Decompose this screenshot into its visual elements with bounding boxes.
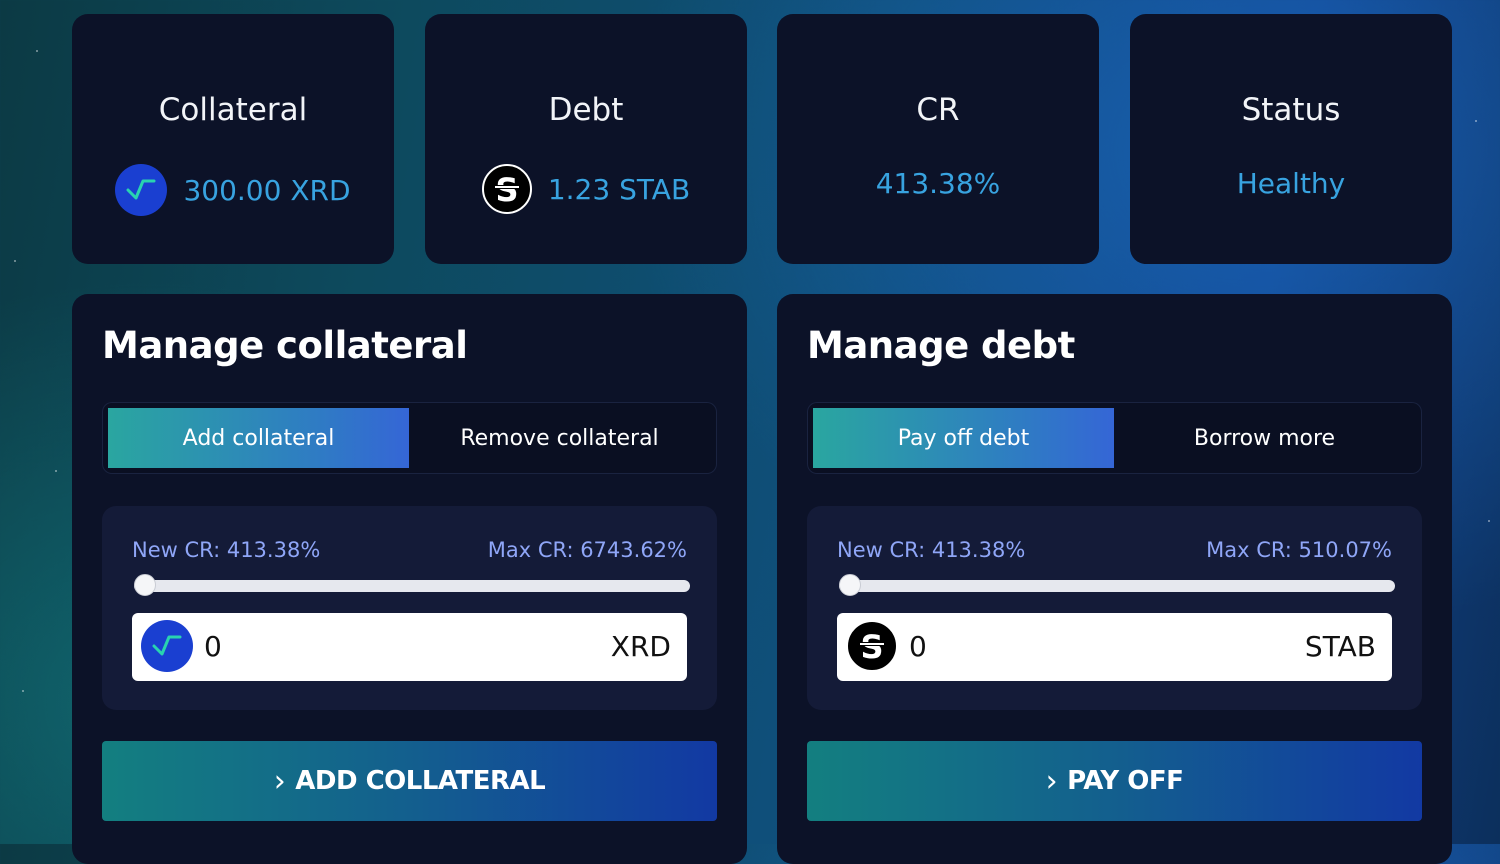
chevron-right-icon: ›: [1045, 763, 1058, 799]
debt-new-cr: New CR: 413.38%: [837, 538, 1026, 562]
debt-card-value: 1.23 STAB: [547, 172, 691, 206]
tab-pay-off-debt[interactable]: Pay off debt: [813, 408, 1114, 468]
pay-off-button-label: PAY OFF: [1067, 766, 1184, 796]
debt-slider-track[interactable]: [839, 580, 1395, 592]
pay-off-button[interactable]: › PAY OFF: [807, 741, 1422, 821]
collateral-slider-thumb[interactable]: [134, 574, 156, 596]
debt-amount-field[interactable]: S 0 STAB: [837, 613, 1392, 681]
stab-token-icon: S: [846, 620, 898, 672]
debt-card-value-row: S 1.23 STAB: [425, 164, 747, 214]
collateral-amount-unit: XRD: [610, 630, 671, 663]
tab-remove-collateral[interactable]: Remove collateral: [409, 408, 710, 468]
add-collateral-button[interactable]: › ADD COLLATERAL: [102, 741, 717, 821]
status-card-value: Healthy: [1236, 167, 1346, 200]
debt-amount-unit: STAB: [1304, 630, 1376, 663]
add-collateral-button-label: ADD COLLATERAL: [295, 766, 546, 796]
debt-amount-value[interactable]: 0: [909, 630, 927, 663]
collateral-input-section: New CR: 413.38% Max CR: 6743.62% 0 XRD: [102, 506, 717, 710]
status-card: Status Healthy: [1130, 14, 1452, 264]
collateral-amount-field[interactable]: 0 XRD: [132, 613, 687, 681]
debt-max-cr: Max CR: 510.07%: [1206, 538, 1392, 562]
stab-token-icon: S: [481, 164, 532, 214]
debt-card: Debt S 1.23 STAB: [425, 14, 747, 264]
collateral-new-cr: New CR: 413.38%: [132, 538, 321, 562]
debt-card-title: Debt: [548, 92, 624, 128]
debt-input-section: New CR: 413.38% Max CR: 510.07% S 0 STAB: [807, 506, 1422, 710]
collateral-card-title: Collateral: [158, 92, 308, 128]
collateral-max-cr: Max CR: 6743.62%: [487, 538, 687, 562]
cr-card-title: CR: [916, 92, 960, 128]
collateral-amount-value[interactable]: 0: [204, 630, 222, 663]
manage-collateral-panel: Manage collateral Add collateral Remove …: [72, 294, 747, 864]
collateral-card-value-row: 300.00 XRD: [72, 164, 394, 216]
xrd-token-icon: [141, 620, 193, 672]
cr-card-value: 413.38%: [875, 167, 1001, 200]
manage-debt-title: Manage debt: [807, 324, 1075, 367]
collateral-card-value: 300.00 XRD: [183, 173, 351, 207]
collateral-card: Collateral 300.00 XRD: [72, 14, 394, 264]
collateral-tabbar: Add collateral Remove collateral: [102, 402, 717, 474]
debt-slider-thumb[interactable]: [839, 574, 861, 596]
cr-card: CR 413.38%: [777, 14, 1099, 264]
xrd-token-icon: [115, 164, 168, 216]
manage-collateral-title: Manage collateral: [102, 324, 468, 367]
status-card-title: Status: [1241, 92, 1341, 128]
collateral-slider-track[interactable]: [134, 580, 690, 592]
chevron-right-icon: ›: [273, 763, 286, 799]
tab-add-collateral[interactable]: Add collateral: [108, 408, 409, 468]
debt-tabbar: Pay off debt Borrow more: [807, 402, 1422, 474]
manage-debt-panel: Manage debt Pay off debt Borrow more New…: [777, 294, 1452, 864]
tab-borrow-more[interactable]: Borrow more: [1114, 408, 1415, 468]
